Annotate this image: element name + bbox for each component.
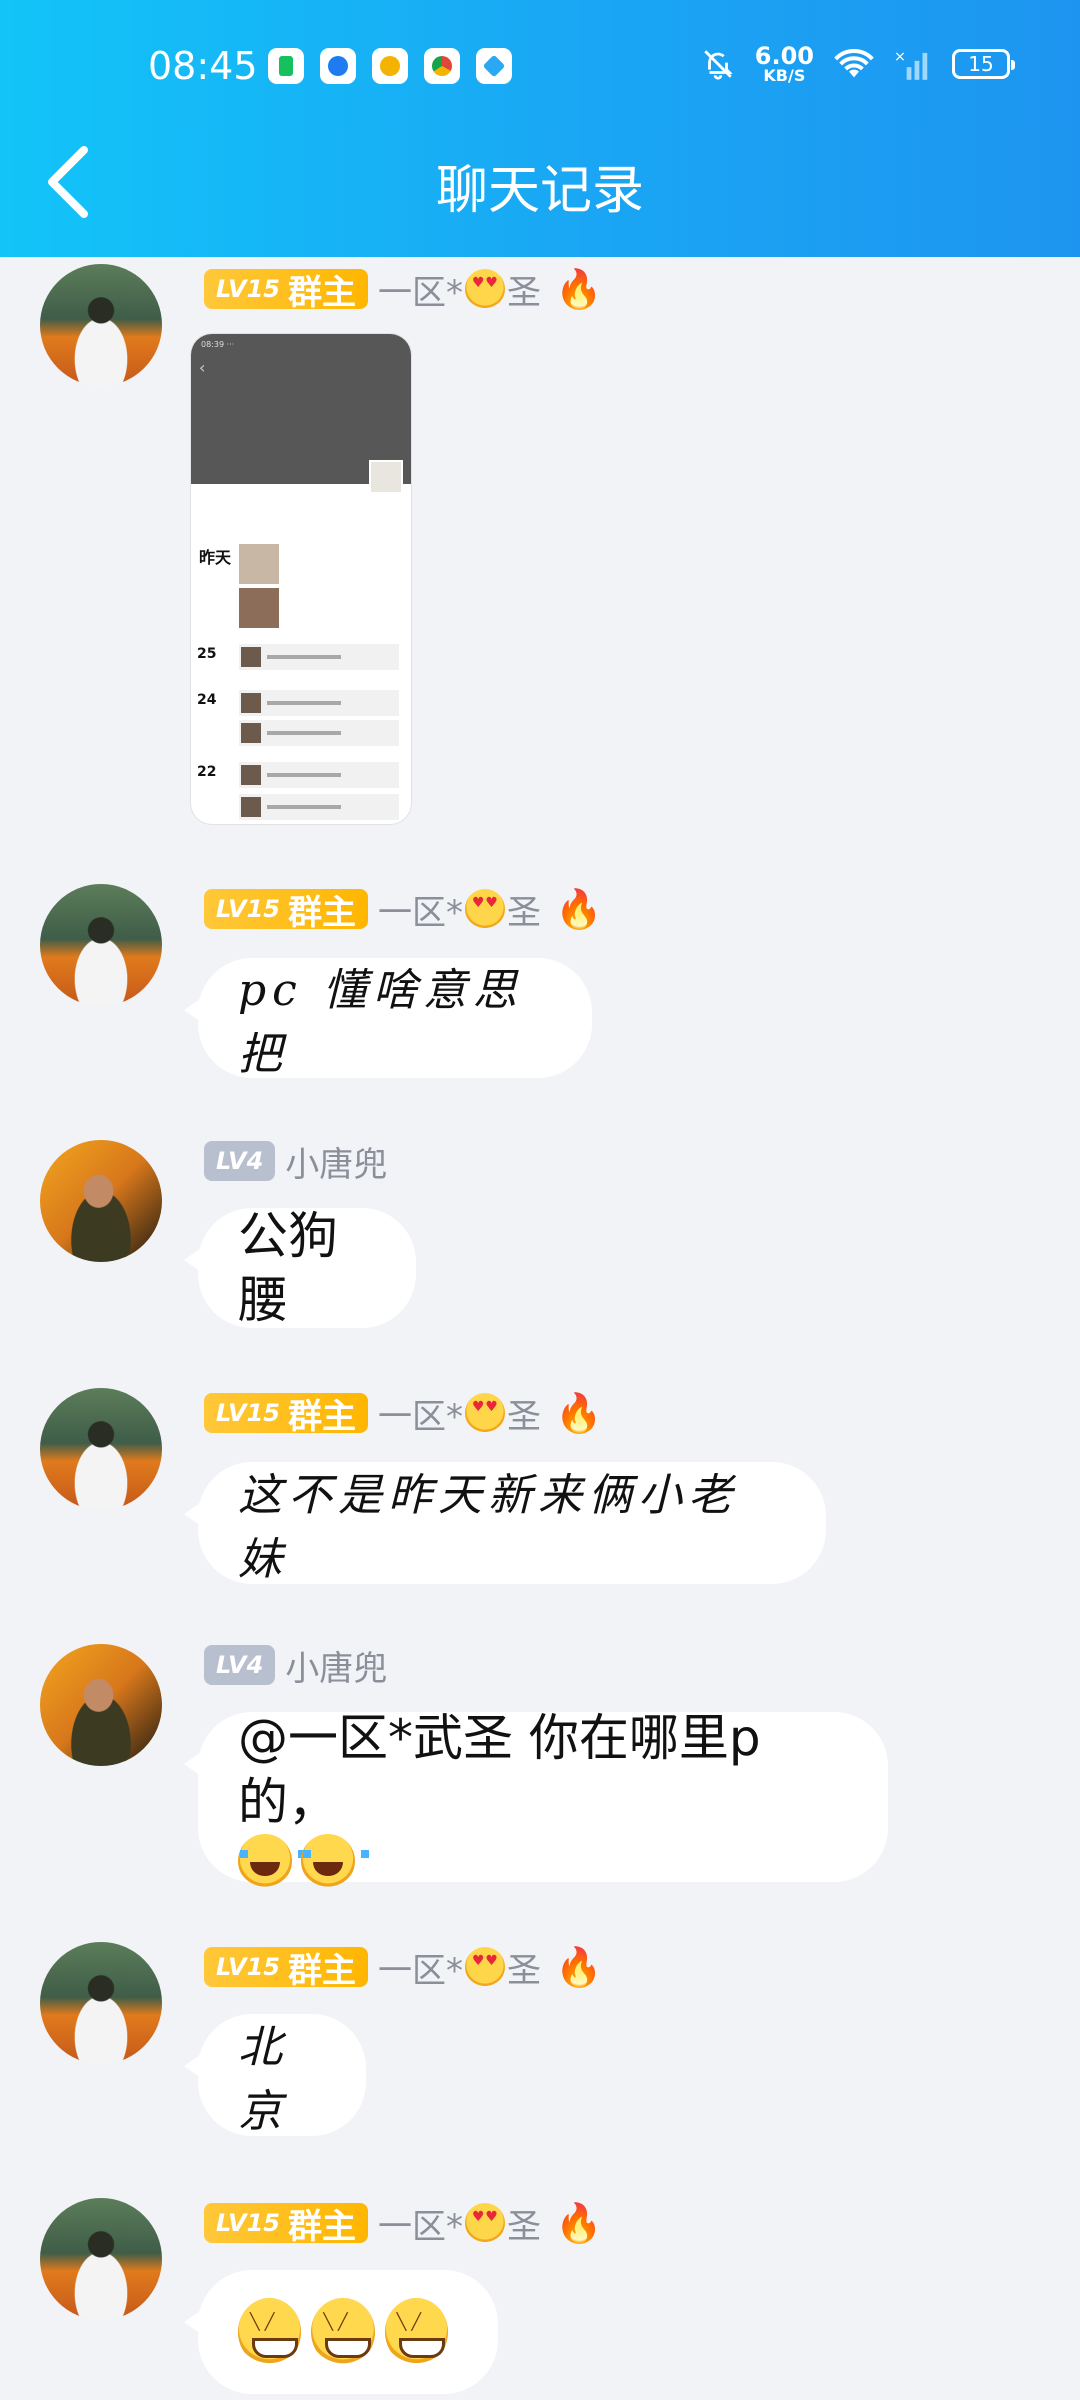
page-title: 聊天记录 xyxy=(435,161,644,221)
smirk-emoji-icon xyxy=(311,2298,375,2366)
level-badge: LV15 群主 xyxy=(204,1947,368,1991)
level-badge: LV15 群主 xyxy=(204,269,368,313)
battery-indicator: 15 xyxy=(952,49,1015,79)
date-label: 25 xyxy=(197,646,217,662)
notification-app-icon xyxy=(268,48,304,84)
date-label: 22 xyxy=(197,764,217,780)
sender-line: LV15群主 一区*圣 🔥 xyxy=(204,1389,603,1438)
mute-bell-icon xyxy=(704,50,733,80)
avatar[interactable] xyxy=(40,1140,162,1262)
avatar[interactable] xyxy=(40,264,162,386)
message-bubble[interactable]: 这不是昨天新来俩小老妹 xyxy=(184,1462,826,1585)
smirk-emoji-icon xyxy=(238,2298,302,2366)
date-label: 昨天 xyxy=(199,548,232,567)
notification-app-icon xyxy=(476,48,512,84)
avatar[interactable] xyxy=(40,1942,162,2064)
notification-app-icon xyxy=(320,48,356,84)
heart-eyes-emoji-icon xyxy=(464,1947,505,1987)
status-time: 08:45 xyxy=(148,44,258,88)
level-badge: LV15 群主 xyxy=(204,1393,368,1437)
fire-icon: 🔥 xyxy=(554,2200,603,2245)
heart-eyes-emoji-icon xyxy=(464,269,505,309)
notification-app-icon xyxy=(424,48,460,84)
level-badge: LV4 xyxy=(204,1141,276,1181)
image-message[interactable]: 08:39 ··· ‹ 昨天 25 24 22 xyxy=(190,333,412,825)
status-indicators: 6.00 KB/S × 15 xyxy=(701,42,1015,85)
message-text: 公狗腰 xyxy=(238,1207,338,1329)
level-badge: LV4 xyxy=(204,1645,276,1685)
sender-name: 小唐兜 xyxy=(285,1648,388,1689)
fire-icon: 🔥 xyxy=(554,266,603,311)
image-thumbnail xyxy=(369,460,403,494)
message-bubble[interactable]: 北京 xyxy=(184,2014,366,2137)
sender-line: LV4 小唐兜 xyxy=(204,1138,388,1185)
avatar[interactable] xyxy=(40,1644,162,1766)
sender-name: 一区*圣 xyxy=(378,1943,541,1992)
avatar[interactable] xyxy=(40,1388,162,1510)
date-label: 24 xyxy=(197,692,217,708)
message-bubble[interactable]: pc 懂啥意思把 xyxy=(184,958,592,1080)
level-badge: LV15 群主 xyxy=(204,889,368,933)
sender-line: LV15群主 一区*圣 🔥 xyxy=(204,885,603,934)
sender-name: 小唐兜 xyxy=(285,1144,388,1185)
message-bubble[interactable]: 公狗腰 xyxy=(184,1207,416,1329)
notification-app-icon xyxy=(372,48,408,84)
message-text: @一区*武圣 你在哪里p的， xyxy=(238,1709,761,1831)
sender-name: 一区*圣 xyxy=(378,2199,541,2248)
message-text: pc 懂啥意思把 xyxy=(238,965,523,1080)
app-header: 08:45 6.00 KB/S × 15 聊天记录 xyxy=(0,0,1080,257)
network-speed: 6.00 KB/S xyxy=(754,42,814,85)
message-text: 北京 xyxy=(238,2022,288,2137)
message-bubble[interactable] xyxy=(184,2270,498,2394)
message-text: 这不是昨天新来俩小老妹 xyxy=(238,1470,738,1585)
sender-name: 一区*圣 xyxy=(378,885,541,934)
message-bubble[interactable]: @一区*武圣 你在哪里p的， xyxy=(184,1709,888,1888)
sender-name: 一区*圣 xyxy=(378,1389,541,1438)
tears-of-joy-emoji-icon xyxy=(301,1834,370,1888)
emoji-row xyxy=(238,1834,370,1888)
wifi-icon xyxy=(834,49,874,78)
avatar[interactable] xyxy=(40,2198,162,2320)
heart-eyes-emoji-icon xyxy=(464,2203,505,2243)
fire-icon: 🔥 xyxy=(554,886,603,931)
level-badge: LV15 群主 xyxy=(204,2203,368,2247)
sender-line: LV15群主 一区*圣 🔥 xyxy=(204,2199,603,2248)
sender-line: LV15群主 一区*圣 🔥 xyxy=(204,1943,603,1992)
heart-eyes-emoji-icon xyxy=(464,889,505,929)
status-app-icons xyxy=(268,48,512,84)
smirk-emoji-icon xyxy=(384,2298,448,2366)
fire-icon: 🔥 xyxy=(554,1390,603,1435)
sender-name: 一区*圣 xyxy=(378,265,541,314)
sender-line: LV4 小唐兜 xyxy=(204,1642,388,1689)
sender-line: LV15群主 一区*圣 🔥 xyxy=(204,265,603,314)
heart-eyes-emoji-icon xyxy=(464,1393,505,1433)
fire-icon: 🔥 xyxy=(554,1944,603,1989)
avatar[interactable] xyxy=(40,884,162,1006)
svg-text:×: × xyxy=(894,49,906,65)
signal-icon: × xyxy=(894,49,928,80)
tears-of-joy-emoji-icon xyxy=(238,1834,306,1888)
